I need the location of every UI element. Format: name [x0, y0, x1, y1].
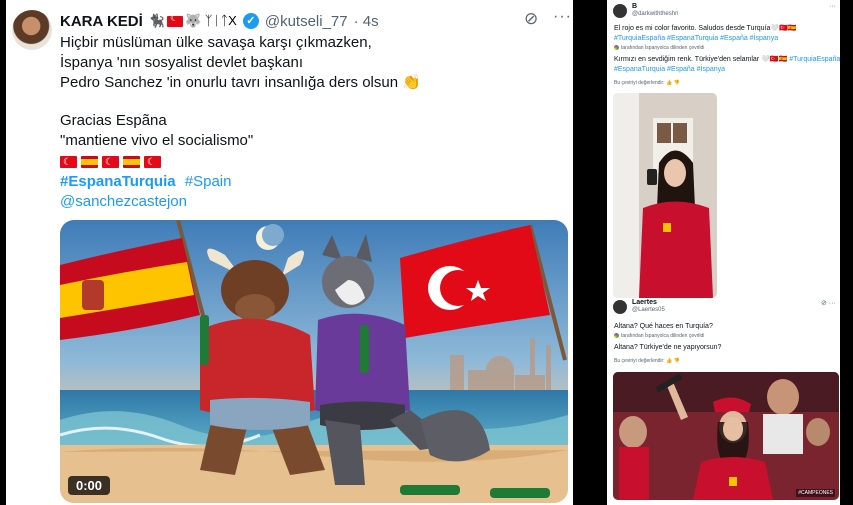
rate-label: Bu çeviriyi değerlendir: — [614, 358, 665, 364]
rate-translation[interactable]: Bu çeviriyi değerlendir: 👍 👎 — [614, 80, 680, 86]
screenshot-root: KARA KEDİ 🐈‍⬛ 🐺 ᛉᛁᛏX ✓ @kutseli_77 · 4s … — [0, 0, 853, 505]
translation-text: tarafından İspanyolca dilinden çevrildi — [621, 333, 705, 339]
tweet-video[interactable]: 0:00 — [60, 220, 568, 503]
reply-hashtags[interactable]: #TurquiaEspaña #EspanaTurquia #España #İ… — [614, 34, 778, 44]
cat-emoji: 🐈‍⬛ — [148, 13, 165, 28]
video-timestamp: 0:00 — [68, 476, 111, 495]
video-illustration — [60, 220, 568, 503]
reply-translation: Kırmızı en sevdiğim renk. Türkiye'den se… — [614, 55, 840, 65]
translation-note: tarafından İspanyolca dilinden çevrildi — [614, 45, 704, 51]
turkey-flag-icon — [60, 153, 77, 173]
grok-icon[interactable]: ⊘ — [524, 10, 542, 28]
turkey-flag-icon — [102, 153, 119, 173]
reply-name[interactable]: Laertes — [632, 299, 657, 306]
replies-panel: B @darkwiththeshn ··· El rojo es mi colo… — [607, 0, 840, 505]
handle[interactable]: @kutseli_77 — [265, 13, 348, 30]
tweet-line: Hiçbir müslüman ülke savaşa karşı çıkmaz… — [60, 34, 372, 51]
avatar[interactable] — [613, 4, 627, 18]
tweet-line: Gracias Espãna — [60, 112, 167, 129]
reply-photo-image — [613, 372, 839, 500]
more-icon[interactable]: ··· — [553, 8, 572, 26]
reply-photo[interactable] — [613, 93, 717, 298]
google-icon — [614, 333, 619, 339]
reply-text: Altana? Qué haces en Turquía? — [614, 323, 713, 330]
turkey-flag-icon — [144, 153, 161, 173]
tweet-line: İspanya 'nın sosyalist devlet başkanı — [60, 54, 304, 71]
tweet-header: KARA KEDİ 🐈‍⬛ 🐺 ᛉᛁᛏX ✓ @kutseli_77 · 4s — [60, 11, 379, 31]
more-icon[interactable]: ··· — [829, 3, 836, 10]
rate-label: Bu çeviriyi değerlendir: — [614, 80, 665, 86]
reply-handle[interactable]: @Laertes05 — [632, 307, 665, 313]
more-icon[interactable]: ⊘ ··· — [821, 299, 836, 307]
flag-row — [60, 153, 560, 173]
turkey-flag-icon — [166, 13, 183, 27]
reply-translation: Altana? Türkiye'de ne yapıyorsun? — [614, 344, 722, 351]
frame-border — [0, 0, 6, 505]
spain-flag-icon — [123, 156, 140, 168]
timestamp[interactable]: · 4s — [354, 13, 379, 30]
translated-text: Kırmızı en sevdiğim renk. Türkiye'den se… — [614, 56, 788, 63]
main-tweet[interactable]: KARA KEDİ 🐈‍⬛ 🐺 ᛉᛁᛏX ✓ @kutseli_77 · 4s … — [0, 0, 580, 505]
tweet-line: "mantiene vivo el socialismo" — [60, 132, 254, 149]
frame-border — [840, 0, 853, 505]
frame-border — [573, 0, 607, 505]
tweet-line: Pedro Sanchez 'in onurlu tavrı insanlığa… — [60, 74, 421, 91]
reply-hashtags[interactable]: #EspanaTurquia #España #İspanya — [614, 65, 725, 75]
hashtag-link[interactable]: #EspanaTurquia — [60, 173, 176, 190]
translation-note: tarafından İspanyolca dilinden çevrildi — [614, 333, 704, 339]
reply-hashtags[interactable]: #TurquiaEspaña — [789, 56, 840, 63]
reply-handle[interactable]: @darkwiththeshn — [632, 11, 678, 17]
avatar[interactable] — [12, 10, 52, 50]
google-icon — [614, 45, 619, 51]
tweet-text: Hiçbir müslüman ülke savaşa karşı çıkmaz… — [60, 33, 560, 212]
reply-text: El rojo es mi color favorito. Saludos de… — [614, 25, 797, 32]
hashtag-link[interactable]: #Spain — [185, 173, 232, 190]
mention-link[interactable]: @sanchezcastejon — [60, 193, 187, 210]
name-emojis: 🐈‍⬛ 🐺 ᛉᛁᛏX — [149, 13, 237, 29]
display-name[interactable]: KARA KEDİ — [60, 13, 143, 30]
translation-text: tarafından İspanyolca dilinden çevrildi — [621, 45, 705, 51]
verified-icon: ✓ — [242, 13, 259, 29]
photo-caption: #CAMPEONES — [796, 489, 835, 497]
rate-translation[interactable]: Bu çeviriyi değerlendir: 👍 👎 — [614, 358, 680, 364]
name-suffix: 🐺 ᛉᛁᛏX — [184, 13, 237, 28]
reply-photo[interactable]: #CAMPEONES — [613, 372, 839, 500]
spain-flag-icon — [81, 156, 98, 168]
avatar[interactable] — [613, 300, 627, 314]
reply-name[interactable]: B — [632, 3, 637, 10]
reply-photo-image — [613, 93, 717, 298]
